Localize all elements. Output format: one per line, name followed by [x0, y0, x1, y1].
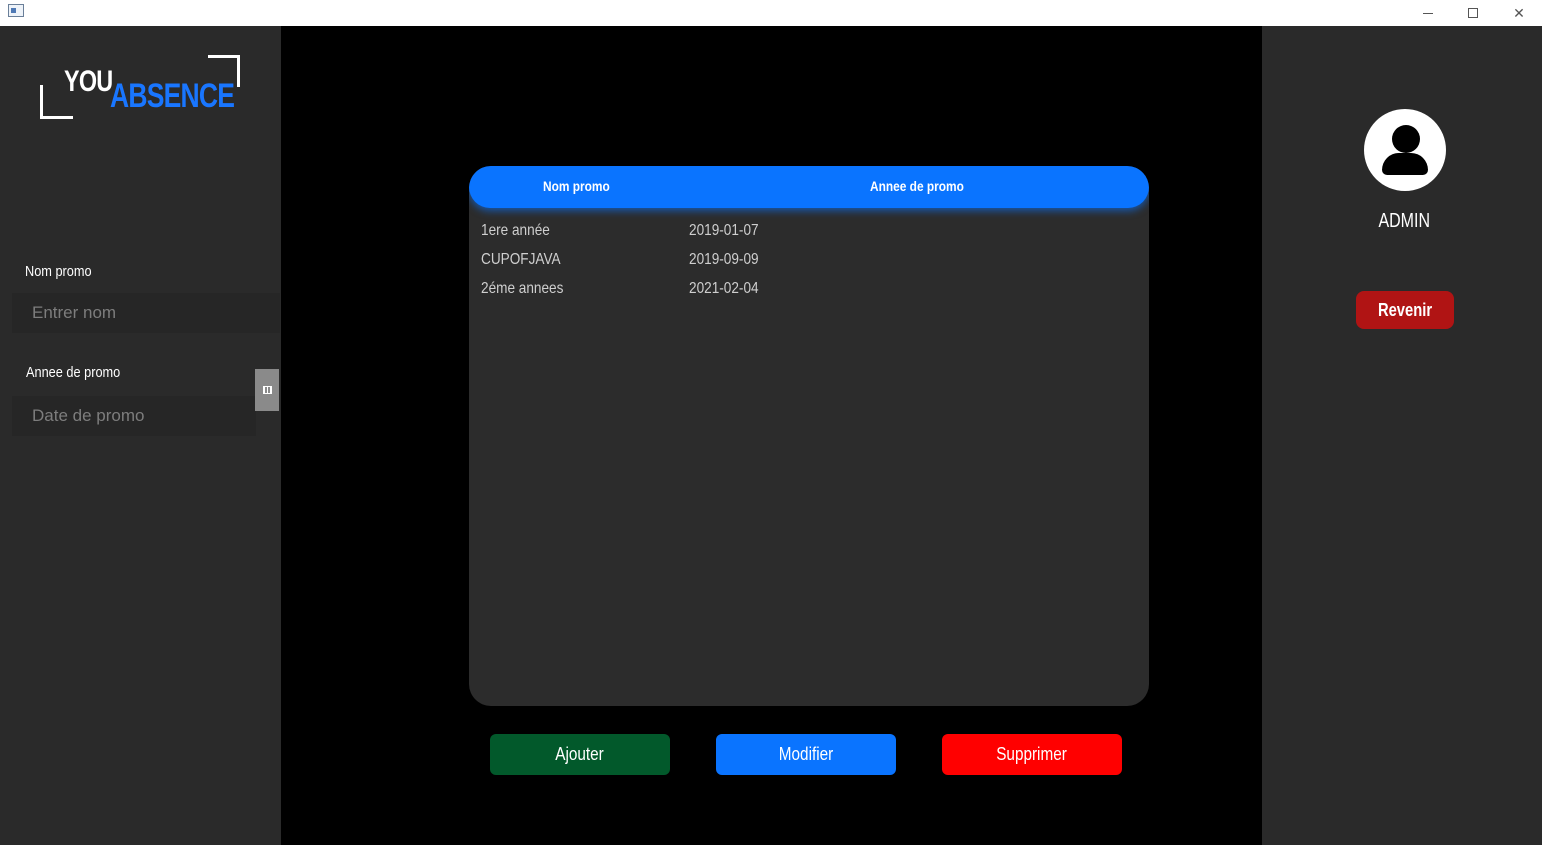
table-row[interactable]: 2éme annees 2021-02-04 [469, 276, 1149, 305]
close-button[interactable]: ✕ [1496, 0, 1542, 26]
name-input[interactable] [12, 293, 280, 333]
column-header-nom-promo[interactable]: Nom promo [543, 178, 610, 194]
avatar-head [1392, 125, 1420, 153]
maximize-icon [1468, 8, 1478, 18]
cell-nom: 1ere année [481, 222, 550, 239]
promo-table: Nom promo Annee de promo 1ere année 2019… [469, 166, 1149, 706]
date-picker-button[interactable] [255, 369, 279, 411]
logo-text-absence: ABSENCE [110, 77, 235, 115]
user-name-text: ADMIN [1378, 210, 1431, 232]
window-title-bar: ✕ [0, 0, 1542, 26]
year-label: Annee de promo [26, 364, 121, 381]
edit-button-label: Modifier [778, 744, 834, 764]
user-icon [1364, 109, 1446, 191]
calendar-icon [262, 386, 272, 394]
back-button-label: Revenir [1377, 299, 1433, 320]
logo-text-you: YOU [64, 65, 113, 98]
date-input[interactable] [12, 396, 256, 436]
avatar-body [1382, 153, 1428, 175]
minimize-button[interactable] [1405, 0, 1451, 26]
add-button[interactable]: Ajouter [490, 734, 670, 775]
cell-annee: 2021-02-04 [689, 280, 759, 297]
delete-button[interactable]: Supprimer [942, 734, 1122, 775]
back-button[interactable]: Revenir [1356, 291, 1454, 329]
cell-annee: 2019-01-07 [689, 222, 759, 239]
maximize-button[interactable] [1450, 0, 1496, 26]
app-icon [8, 4, 24, 17]
table-row[interactable]: 1ere année 2019-01-07 [469, 218, 1149, 247]
add-button-label: Ajouter [555, 744, 605, 764]
column-header-annee[interactable]: Annee de promo [870, 178, 964, 194]
table-header: Nom promo Annee de promo [469, 166, 1149, 208]
delete-button-label: Supprimer [996, 744, 1068, 764]
name-label: Nom promo [25, 263, 92, 280]
cell-nom: CUPOFJAVA [481, 251, 561, 268]
logo: YOU ABSENCE [40, 55, 242, 119]
minimize-icon [1423, 12, 1433, 14]
close-icon: ✕ [1513, 4, 1525, 21]
cell-annee: 2019-09-09 [689, 251, 759, 268]
edit-button[interactable]: Modifier [716, 734, 896, 775]
table-row[interactable]: CUPOFJAVA 2019-09-09 [469, 247, 1149, 276]
cell-nom: 2éme annees [481, 280, 564, 297]
user-name: ADMIN [1262, 210, 1542, 233]
